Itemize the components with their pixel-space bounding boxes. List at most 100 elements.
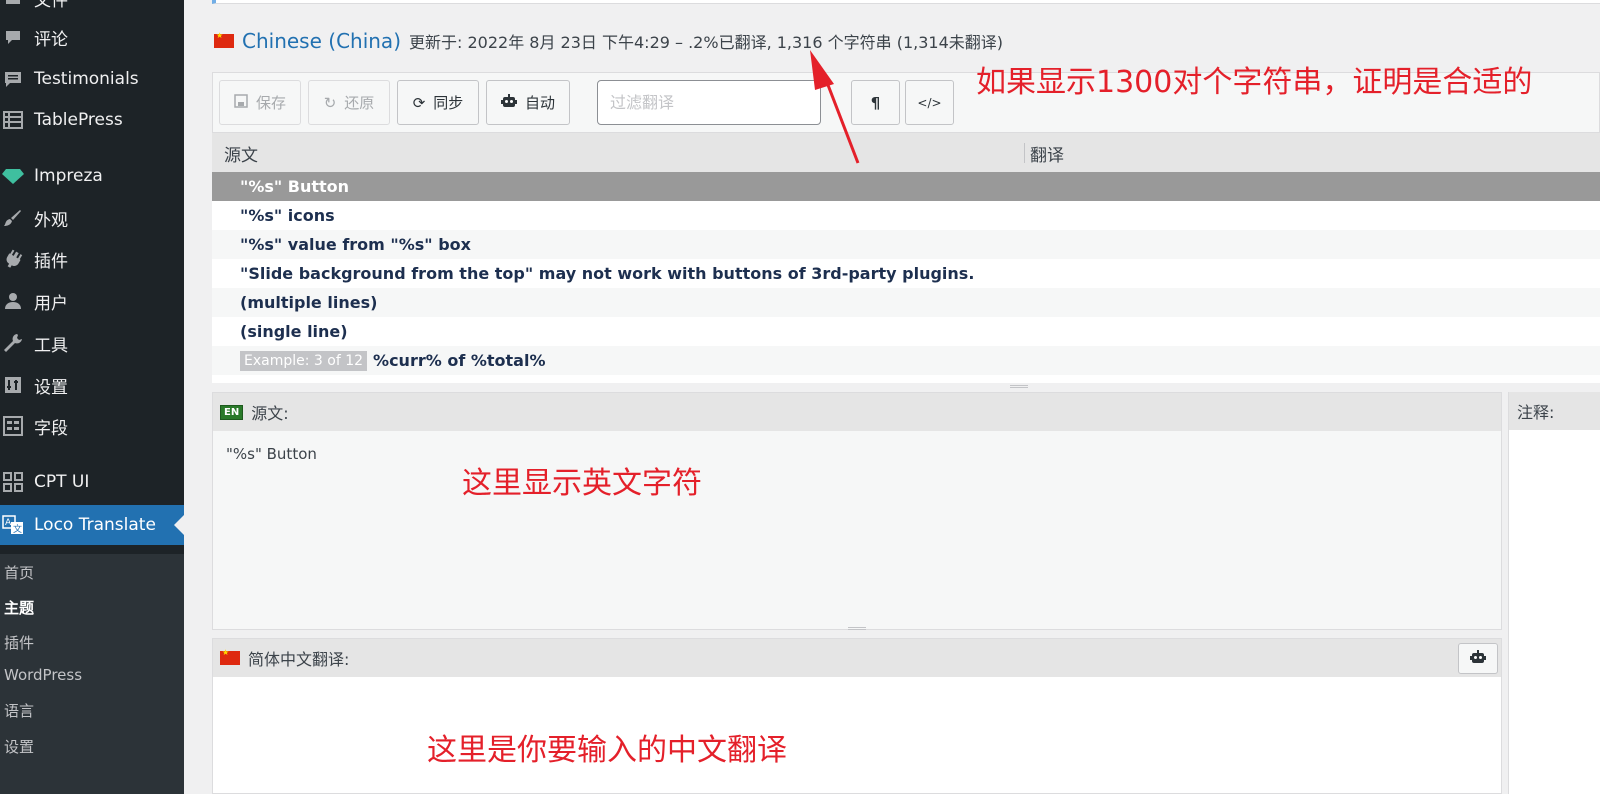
submenu-item-plugins[interactable]: 插件 [4, 632, 34, 653]
user-icon [2, 290, 24, 312]
row-source-text: "%s" Button [240, 177, 350, 196]
sidebar-item-label: 文件 [34, 0, 68, 11]
sidebar-item-cptui[interactable]: CPT UI [0, 462, 184, 502]
source-pane-header: EN 源文: [213, 393, 1501, 431]
active-indicator [174, 515, 184, 535]
fields-icon [2, 415, 24, 437]
sidebar-item-appearance[interactable]: 外观 [0, 198, 184, 238]
submenu-item-languages[interactable]: 语言 [4, 700, 34, 721]
row-source-text: (single line) [240, 322, 348, 341]
auto-translate-button[interactable]: 自动 [486, 80, 570, 125]
target-pane: 简体中文翻译: [212, 638, 1502, 794]
column-source[interactable]: 源文 [224, 141, 258, 166]
china-flag-icon [220, 648, 240, 665]
diamond-icon [2, 165, 24, 187]
sync-button[interactable]: ⟳ 同步 [397, 80, 479, 125]
settings-icon [2, 374, 24, 396]
string-row[interactable]: (multiple lines) [212, 288, 1600, 317]
row-source-text: "%s" value from "%s" box [240, 235, 471, 254]
column-separator [1024, 143, 1025, 163]
svg-text:文: 文 [13, 523, 22, 535]
sidebar-item-tablepress[interactable]: TablePress [0, 100, 184, 140]
grid-icon [2, 471, 24, 493]
sidebar-item-label: 用户 [34, 293, 68, 314]
china-flag-icon [214, 31, 234, 48]
revert-label: 还原 [344, 94, 375, 112]
row-source-text: "Slide background from the top" may not … [240, 264, 975, 283]
notes-pane-header: 注释: [1509, 392, 1600, 430]
sync-icon: ⟳ [412, 93, 426, 112]
string-row[interactable]: "%s" Button [212, 172, 1600, 201]
sidebar-item-comments[interactable]: 评论 [0, 17, 184, 57]
media-icon [2, 0, 24, 9]
po-header: Chinese (China) 更新于: 2022年 8月 23日 下午4:29… [214, 28, 1003, 54]
language-name: Chinese (China) [242, 29, 401, 53]
table-icon [2, 109, 24, 131]
sidebar-item-impreza[interactable]: Impreza [0, 156, 184, 196]
sidebar-item-label: Impreza [34, 166, 103, 186]
string-row[interactable]: "%s" value from "%s" box [212, 230, 1600, 259]
sidebar-item-label: 外观 [34, 210, 68, 231]
admin-sidebar: 文件 评论 Testimonials TablePress Impreza 外观… [0, 0, 184, 794]
horizontal-splitter[interactable] [212, 383, 1600, 391]
target-pane-label: 简体中文翻译: [248, 650, 350, 669]
sidebar-item-fields[interactable]: 字段 [0, 406, 184, 446]
sidebar-item-media[interactable]: 文件 [0, 0, 184, 18]
source-pane-label: 源文: [251, 404, 289, 423]
wrench-icon [2, 332, 24, 354]
main-content: Chinese (China) 更新于: 2022年 8月 23日 下午4:29… [184, 0, 1600, 794]
toggle-invisibles-button[interactable]: ¶ [851, 80, 900, 125]
column-translation[interactable]: 翻译 [1030, 141, 1064, 166]
save-label: 保存 [255, 94, 286, 112]
sidebar-item-loco-translate[interactable]: A文 Loco Translate [0, 505, 184, 545]
submenu-item-settings[interactable]: 设置 [4, 736, 34, 757]
sidebar-item-label: 设置 [34, 377, 68, 398]
sidebar-item-tools[interactable]: 工具 [0, 323, 184, 363]
source-text: "%s" Button [226, 445, 317, 463]
sidebar-item-users[interactable]: 用户 [0, 281, 184, 321]
pane-splitter-grip-icon[interactable] [848, 627, 866, 630]
row-source-text: "%s" icons [240, 206, 335, 225]
floppy-icon [234, 93, 248, 112]
sidebar-item-label: Testimonials [34, 69, 139, 89]
robot-icon [1470, 649, 1486, 668]
revert-button[interactable]: ↻ 还原 [308, 80, 390, 125]
target-pane-header: 简体中文翻译: [213, 639, 1501, 677]
string-row[interactable]: Example: 3 of 12 %curr% of %total% [212, 346, 1600, 375]
row-source-text: %curr% of %total% [373, 351, 546, 370]
submenu-item-home[interactable]: 首页 [4, 562, 34, 583]
splitter-grip-icon [1010, 385, 1028, 388]
auto-translate-single-button[interactable] [1458, 643, 1498, 674]
sidebar-item-plugins[interactable]: 插件 [0, 239, 184, 279]
testimonial-icon [2, 68, 24, 90]
revert-icon: ↻ [323, 93, 337, 112]
string-row[interactable]: "%s" icons [212, 201, 1600, 230]
submenu-item-themes[interactable]: 主题 [4, 597, 34, 618]
notice-strip [212, 0, 1600, 4]
string-row[interactable]: (single line) [212, 317, 1600, 346]
pilcrow-icon: ¶ [870, 93, 881, 112]
code-icon: </> [917, 95, 942, 110]
string-row[interactable]: "Slide background from the top" may not … [212, 259, 1600, 288]
filter-translations-input[interactable] [597, 80, 821, 125]
notes-pane: 注释: [1508, 392, 1600, 794]
sync-label: 同步 [433, 94, 464, 112]
list-column-header: 源文 翻译 [212, 132, 1600, 172]
sidebar-item-testimonials[interactable]: Testimonials [0, 59, 184, 99]
comment-icon [2, 26, 24, 48]
toggle-code-button[interactable]: </> [905, 80, 954, 125]
sidebar-item-label: 插件 [34, 251, 68, 272]
notes-pane-label: 注释: [1517, 403, 1555, 422]
annotation-target: 这里是你要输入的中文翻译 [427, 733, 787, 768]
save-button[interactable]: 保存 [219, 80, 301, 125]
auto-label: 自动 [524, 94, 555, 112]
en-flag-icon: EN [220, 404, 244, 420]
file-meta: 更新于: 2022年 8月 23日 下午4:29 – .2%已翻译, 1,316… [409, 33, 1004, 52]
svg-text:A: A [5, 518, 12, 528]
sidebar-item-label: CPT UI [34, 472, 90, 492]
sidebar-item-label: 工具 [34, 335, 68, 356]
source-pane: EN 源文: "%s" Button [212, 392, 1502, 630]
context-tag: Example: 3 of 12 [240, 350, 368, 371]
submenu-item-wordpress[interactable]: WordPress [4, 666, 82, 684]
sidebar-item-settings[interactable]: 设置 [0, 365, 184, 405]
